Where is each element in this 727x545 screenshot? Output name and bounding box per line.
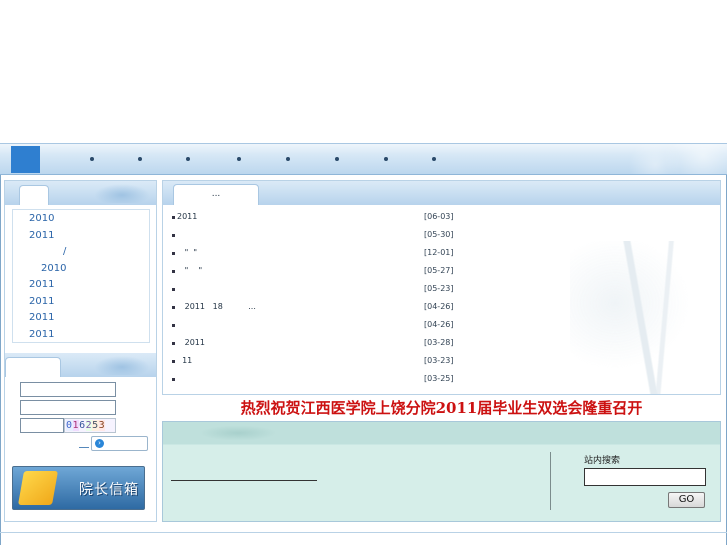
news-item[interactable]: [04-26] xyxy=(169,317,714,335)
nav-bar xyxy=(0,143,727,175)
year-link[interactable]: 2011 xyxy=(29,329,54,340)
year-link[interactable]: 2011 xyxy=(29,312,54,323)
news-title[interactable]: " " xyxy=(177,248,197,257)
news-date: [03-25] xyxy=(424,374,454,383)
news-item[interactable]: 2011 [06-03] xyxy=(169,209,714,227)
swirl-decoration xyxy=(92,355,152,375)
envelope-icon xyxy=(18,471,58,505)
bullet-icon xyxy=(172,252,175,255)
captcha-digit: 6 xyxy=(79,420,86,431)
year-link[interactable]: 2010 xyxy=(29,213,54,224)
swirl-decoration xyxy=(92,183,152,203)
archive-year-list: 2010 2011 / 2010 2011 2011 2011 2011 xyxy=(12,209,150,343)
news-item[interactable]: " " [05-27] xyxy=(169,263,714,281)
mailbox-label: 院长信箱 xyxy=(79,482,139,498)
nav-decoration xyxy=(607,144,727,174)
captcha-digit: 5 xyxy=(92,420,99,431)
news-panel-header: ... xyxy=(163,181,720,205)
search-label: 站内搜索 xyxy=(584,456,621,466)
nav-separator-dot xyxy=(384,157,388,161)
news-title[interactable]: 2011 18 ... xyxy=(177,302,256,311)
bullet-icon xyxy=(172,216,175,219)
news-item[interactable]: [03-25] xyxy=(169,371,714,389)
news-item[interactable]: [05-23] xyxy=(169,281,714,299)
news-date: [06-03] xyxy=(424,212,454,221)
search-input[interactable] xyxy=(584,468,706,486)
swirl-decoration xyxy=(193,424,283,442)
vertical-divider xyxy=(550,452,551,510)
bullet-icon xyxy=(172,360,175,363)
year-link[interactable]: 2011 xyxy=(29,296,54,307)
news-tab[interactable]: ... xyxy=(173,184,259,205)
nav-separator-dot xyxy=(138,157,142,161)
footer-divider xyxy=(0,532,727,533)
year-link[interactable]: 2011 xyxy=(29,279,54,290)
nav-separator-dot xyxy=(237,157,241,161)
news-date: [12-01] xyxy=(424,248,454,257)
year-link[interactable]: / xyxy=(63,246,66,257)
news-date: [04-26] xyxy=(424,320,454,329)
underline-divider xyxy=(171,480,317,481)
nav-separator-dot xyxy=(90,157,94,161)
login-panel-header xyxy=(5,353,156,377)
news-item[interactable]: [05-30] xyxy=(169,227,714,245)
news-item[interactable]: 2011 18 ... [04-26] xyxy=(169,299,714,317)
captcha-digit: 3 xyxy=(98,420,106,431)
bottom-panel: 站内搜索 GO xyxy=(162,421,721,522)
register-link[interactable] xyxy=(79,447,89,448)
president-mailbox-button[interactable]: 院长信箱 xyxy=(12,466,145,510)
bullet-icon xyxy=(172,378,175,381)
login-tab[interactable] xyxy=(5,357,61,377)
bullet-icon xyxy=(172,342,175,345)
search-go-button[interactable]: GO xyxy=(668,492,705,508)
news-date: [03-28] xyxy=(424,338,454,347)
bullet-icon xyxy=(172,306,175,309)
news-title[interactable]: 11 xyxy=(177,356,192,365)
nav-item-home[interactable] xyxy=(11,146,40,173)
news-item[interactable]: 11 [03-23] xyxy=(169,353,714,371)
username-input[interactable] xyxy=(20,382,116,397)
captcha-input[interactable] xyxy=(20,418,64,433)
news-item[interactable]: " " [12-01] xyxy=(169,245,714,263)
news-panel: ... 2011 [06-03] [05-30] " " [12-01] " "… xyxy=(162,180,721,395)
news-date: [05-30] xyxy=(424,230,454,239)
password-input[interactable] xyxy=(20,400,116,415)
news-date: [05-23] xyxy=(424,284,454,293)
congratulations-banner[interactable]: 热烈祝贺江西医学院上饶分院2011届毕业生双选会隆重召开 xyxy=(162,397,721,419)
news-title[interactable]: " " xyxy=(177,266,203,275)
news-date: [03-23] xyxy=(424,356,454,365)
news-date: [04-26] xyxy=(424,302,454,311)
header-banner xyxy=(0,0,727,143)
news-date: [05-27] xyxy=(424,266,454,275)
login-button[interactable]: › xyxy=(91,436,148,451)
bullet-icon xyxy=(172,234,175,237)
archive-tab[interactable] xyxy=(19,185,49,205)
nav-separator-dot xyxy=(335,157,339,161)
bullet-icon xyxy=(172,324,175,327)
news-item[interactable]: 2011 [03-28] xyxy=(169,335,714,353)
bullet-icon xyxy=(172,270,175,273)
news-title[interactable]: 2011 xyxy=(177,212,197,221)
year-link[interactable]: 2010 xyxy=(41,263,66,274)
nav-separator-dot xyxy=(186,157,190,161)
news-title[interactable]: 2011 xyxy=(177,338,205,347)
nav-separator-dot xyxy=(286,157,290,161)
arrow-right-icon: › xyxy=(95,439,104,448)
captcha-image: 016253 xyxy=(64,418,116,433)
bullet-icon xyxy=(172,288,175,291)
archive-panel-header xyxy=(5,181,156,205)
nav-separator-dot xyxy=(432,157,436,161)
year-link[interactable]: 2011 xyxy=(29,230,54,241)
captcha-digit: 0 xyxy=(66,420,73,431)
